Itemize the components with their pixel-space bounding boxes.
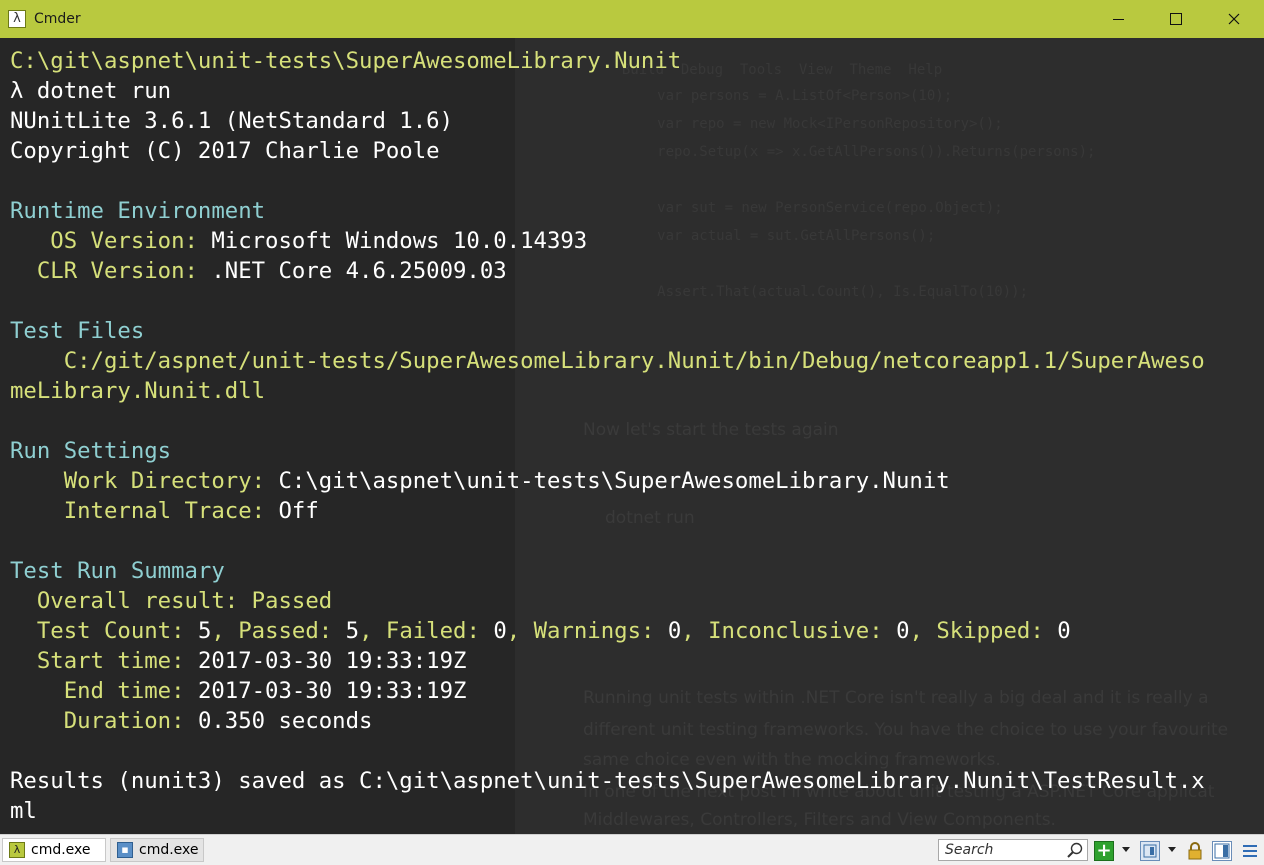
lock-icon bbox=[1188, 842, 1202, 860]
terminal-text: Runtime Environment bbox=[10, 198, 266, 224]
terminal-line: Overall result: Passed bbox=[10, 586, 1205, 616]
terminal-line: Internal Trace: Off bbox=[10, 496, 1205, 526]
terminal-text: Copyright (C) 2017 Charlie Poole bbox=[10, 138, 440, 164]
terminal-line: NUnitLite 3.6.1 (NetStandard 1.6) bbox=[10, 106, 1205, 136]
terminal-line: End time: 2017-03-30 19:33:19Z bbox=[10, 676, 1205, 706]
lambda-icon: λ bbox=[9, 842, 25, 858]
terminal-text: NUnitLite 3.6.1 (NetStandard 1.6) bbox=[10, 108, 453, 134]
terminal-text: Run Settings bbox=[10, 438, 172, 464]
terminal-line: CLR Version: .NET Core 4.6.25009.03 bbox=[10, 256, 1205, 286]
terminal-line: Test Files bbox=[10, 316, 1205, 346]
maximize-icon bbox=[1170, 13, 1182, 25]
terminal-output[interactable]: C:\git\aspnet\unit-tests\SuperAwesomeLib… bbox=[10, 46, 1205, 826]
panel-icon bbox=[1214, 843, 1230, 859]
panel-view-button[interactable] bbox=[1212, 841, 1232, 861]
terminal-text: C:\git\aspnet\unit-tests\SuperAwesomeLib… bbox=[10, 48, 682, 74]
terminal-text: Duration: bbox=[10, 708, 198, 734]
terminal-text: Results (nunit3) saved as C:\git\aspnet\… bbox=[10, 768, 1205, 794]
new-console-button[interactable]: + bbox=[1094, 841, 1114, 861]
terminal-text: λ dotnet run bbox=[10, 78, 172, 104]
console-icon: ▪ bbox=[117, 842, 133, 858]
search-input[interactable] bbox=[939, 840, 1069, 860]
terminal-line: Results (nunit3) saved as C:\git\aspnet\… bbox=[10, 766, 1205, 796]
search-icon[interactable] bbox=[1066, 841, 1084, 859]
terminal-text: , Failed: bbox=[359, 618, 494, 644]
maximize-button[interactable] bbox=[1147, 0, 1205, 38]
terminal-line: ml bbox=[10, 796, 1205, 826]
terminal-line: meLibrary.Nunit.dll bbox=[10, 376, 1205, 406]
terminal-text: 0 bbox=[896, 618, 910, 644]
lock-button[interactable] bbox=[1185, 841, 1205, 861]
terminal-line: C:\git\aspnet\unit-tests\SuperAwesomeLib… bbox=[10, 46, 1205, 76]
terminal-text: meLibrary.Nunit.dll bbox=[10, 378, 266, 404]
terminal-text: OS Version: bbox=[10, 228, 212, 254]
terminal-text: Off bbox=[278, 498, 319, 524]
terminal-text: Work Directory: bbox=[10, 468, 279, 494]
close-button[interactable] bbox=[1205, 0, 1263, 38]
terminal-text: Microsoft Windows 10.0.14393 bbox=[211, 228, 588, 254]
terminal-text: 0.350 seconds bbox=[197, 708, 373, 734]
terminal-line: Test Run Summary bbox=[10, 556, 1205, 586]
terminal-text: 0 bbox=[667, 618, 682, 644]
terminal-text: End time: bbox=[10, 678, 198, 704]
search-box[interactable] bbox=[938, 839, 1088, 861]
terminal-line: Runtime Environment bbox=[10, 196, 1205, 226]
terminal-text: C:/git/aspnet/unit-tests/SuperAwesomeLib… bbox=[10, 348, 1205, 374]
terminal-text: C:\git\aspnet\unit-tests\SuperAwesomeLib… bbox=[278, 468, 950, 494]
menu-button[interactable] bbox=[1240, 841, 1260, 861]
console-tab-1[interactable]: λ cmd.exe bbox=[2, 838, 106, 862]
minimize-icon bbox=[1112, 18, 1124, 20]
window-title: Cmder bbox=[34, 11, 81, 27]
terminal-text: 0 bbox=[493, 618, 507, 644]
tab-label: cmd.exe bbox=[31, 842, 91, 858]
terminal-text: Overall result: Passed bbox=[10, 588, 333, 614]
terminal-line: Test Count: 5, Passed: 5, Failed: 0, War… bbox=[10, 616, 1205, 646]
terminal-text: 2017-03-30 19:33:19Z bbox=[197, 678, 467, 704]
title-bar[interactable]: λ Cmder bbox=[0, 0, 1264, 38]
terminal-text: , Inconclusive: bbox=[681, 618, 897, 644]
terminal-text: Start time: bbox=[10, 648, 198, 674]
terminal-line: λ dotnet run bbox=[10, 76, 1205, 106]
terminal-text: Test Run Summary bbox=[10, 558, 225, 584]
split-icon bbox=[1143, 844, 1157, 858]
minimize-button[interactable] bbox=[1089, 0, 1147, 38]
terminal-text: , Warnings: bbox=[506, 618, 668, 644]
terminal-text: Internal Trace: bbox=[10, 498, 279, 524]
terminal-text: .NET Core 4.6.25009.03 bbox=[211, 258, 507, 284]
terminal-line: Copyright (C) 2017 Charlie Poole bbox=[10, 136, 1205, 166]
terminal-text: CLR Version: bbox=[10, 258, 212, 284]
chevron-down-icon[interactable] bbox=[1122, 847, 1130, 852]
chevron-down-icon[interactable] bbox=[1168, 847, 1176, 852]
terminal-line: Work Directory: C:\git\aspnet\unit-tests… bbox=[10, 466, 1205, 496]
terminal-line: OS Version: Microsoft Windows 10.0.14393 bbox=[10, 226, 1205, 256]
split-view-button[interactable] bbox=[1140, 841, 1160, 861]
status-bar: λ cmd.exe ▪ cmd.exe + bbox=[0, 834, 1264, 865]
terminal-line: Duration: 0.350 seconds bbox=[10, 706, 1205, 736]
terminal-line: C:/git/aspnet/unit-tests/SuperAwesomeLib… bbox=[10, 346, 1205, 376]
terminal-text: , Passed: bbox=[211, 618, 346, 644]
terminal-text: Test Count: bbox=[10, 618, 198, 644]
terminal-text: 0 bbox=[1057, 618, 1071, 644]
terminal-text: 5 bbox=[197, 618, 212, 644]
terminal-text: Test Files bbox=[10, 318, 145, 344]
console-tab-2[interactable]: ▪ cmd.exe bbox=[110, 838, 204, 862]
tab-label: cmd.exe bbox=[139, 842, 199, 858]
menu-icon bbox=[1243, 845, 1257, 857]
terminal-line: Run Settings bbox=[10, 436, 1205, 466]
terminal-text: 5 bbox=[345, 618, 360, 644]
lambda-icon[interactable]: λ bbox=[8, 10, 26, 28]
terminal-text: 2017-03-30 19:33:19Z bbox=[197, 648, 467, 674]
terminal-text: ml bbox=[10, 798, 37, 824]
console-area[interactable]: Build Debug Tools View Theme Help var pe… bbox=[0, 38, 1264, 834]
terminal-line: Start time: 2017-03-30 19:33:19Z bbox=[10, 646, 1205, 676]
close-icon bbox=[1228, 13, 1240, 25]
terminal-text: , Skipped: bbox=[909, 618, 1058, 644]
